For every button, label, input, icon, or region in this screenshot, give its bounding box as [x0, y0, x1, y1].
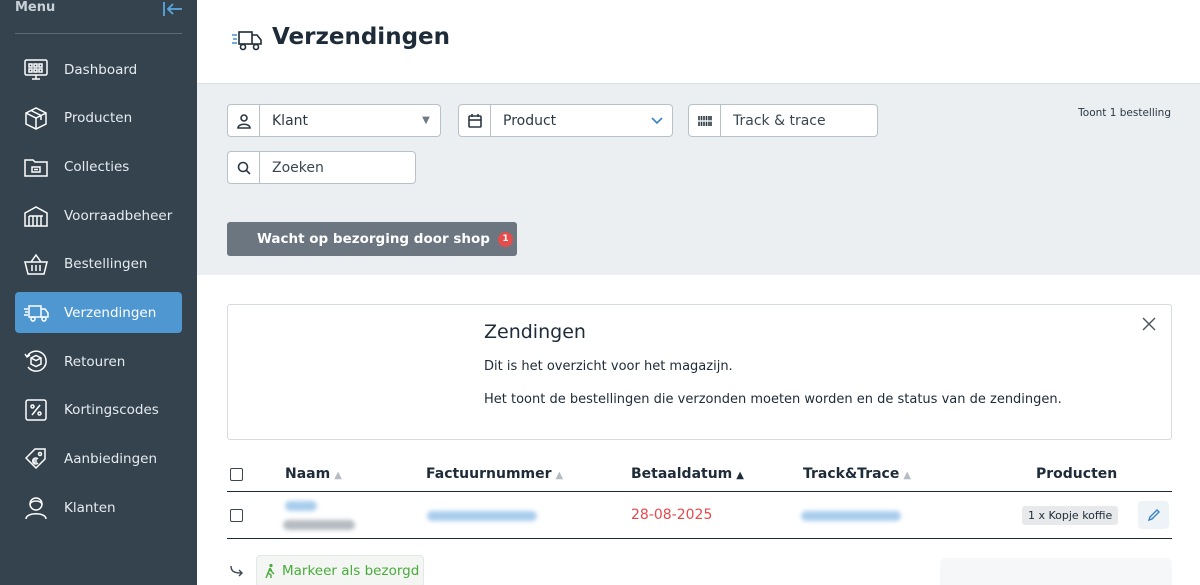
info-title: Zendingen [484, 321, 586, 343]
sidebar-item-label: Kortingscodes [64, 402, 159, 419]
info-text-1: Dit is het overzicht voor het magazijn. [484, 359, 733, 374]
info-card: Zendingen Dit is het overzicht voor het … [227, 304, 1172, 440]
sidebar-item-voorraadbeheer[interactable]: Voorraadbeheer [15, 195, 182, 236]
sidebar-item-label: Bestellingen [64, 256, 148, 273]
edit-button[interactable] [1138, 501, 1169, 529]
sidebar-item-bestellingen[interactable]: Bestellingen [15, 244, 182, 285]
sidebar-item-label: Dashboard [64, 61, 138, 78]
track-trace-input[interactable]: Track & trace [688, 104, 878, 137]
sidebar-item-dashboard[interactable]: Dashboard [15, 49, 182, 90]
sidebar-item-label: Verzendingen [64, 304, 157, 321]
truck-icon [23, 300, 49, 326]
calendar-icon [459, 105, 491, 136]
sidebar-item-label: Collecties [64, 158, 130, 175]
truck-icon [232, 31, 262, 51]
percent-tag-icon [23, 397, 49, 423]
column-betaaldatum[interactable]: Betaaldatum ▲ [631, 466, 744, 482]
shipments-content: Zendingen Dit is het overzicht voor het … [197, 275, 1200, 585]
payment-date: 28-08-2025 [631, 507, 713, 523]
column-label: Track&Trace [803, 466, 900, 482]
sort-asc-icon: ▲ [736, 470, 744, 481]
euro-tag-icon [23, 446, 49, 472]
table-header: Naam ▲ Factuurnummer ▲ Betaaldatum ▲ Track&… [227, 464, 1172, 492]
track-trace-placeholder: Track & trace [733, 112, 826, 129]
sidebar-item-collecties[interactable]: Collecties [15, 146, 182, 187]
sidebar-item-label: Aanbiedingen [64, 451, 157, 467]
waiting-delivery-label: Wacht op bezorging door shop [257, 231, 490, 247]
mark-delivered-label: Markeer als bezorgd [282, 563, 420, 579]
search-icon [228, 152, 260, 183]
dashboard-icon [23, 57, 49, 83]
klant-filter[interactable]: Klant ▼ [227, 104, 441, 137]
invoice-number-redacted[interactable] [427, 511, 537, 521]
basket-icon [23, 251, 49, 277]
mark-delivered-button[interactable]: Markeer als bezorgd [256, 555, 424, 585]
sidebar-item-klanten[interactable]: Klanten [15, 487, 182, 528]
waiting-delivery-button[interactable]: Wacht op bezorging door shop 1 [227, 222, 517, 256]
page-title: Verzendingen [272, 24, 451, 50]
sidebar-item-label: Retouren [64, 353, 126, 370]
folder-icon [23, 154, 49, 180]
close-icon[interactable] [1141, 316, 1157, 332]
barcode-icon [689, 105, 721, 136]
column-producten: Producten [1036, 466, 1118, 482]
product-filter-label: Product [503, 112, 557, 129]
column-label: Betaaldatum [631, 466, 733, 482]
customer-city-redacted [283, 520, 355, 530]
klant-filter-label: Klant [272, 112, 309, 129]
column-label: Factuurnummer [426, 466, 552, 482]
sidebar-nav: Dashboard Producten Collecties Voorraadb… [15, 49, 182, 536]
user-icon [228, 105, 260, 136]
customer-name-redacted[interactable] [285, 501, 317, 511]
sidebar-item-aanbiedingen[interactable]: Aanbiedingen [15, 439, 182, 480]
column-naam[interactable]: Naam ▲ [285, 466, 342, 482]
pencil-icon [1147, 509, 1160, 522]
column-track-trace[interactable]: Track&Trace ▲ [803, 466, 911, 482]
return-box-icon [23, 349, 49, 375]
column-label: Naam [285, 466, 331, 482]
product-filter[interactable]: Product [458, 104, 673, 137]
sidebar-item-producten[interactable]: Producten [15, 98, 182, 139]
table-row[interactable]: 28-08-2025 1 x Kopje koffie [227, 493, 1172, 539]
walking-person-icon [265, 563, 275, 579]
sidebar-item-verzendingen[interactable]: Verzendingen [15, 292, 182, 334]
box-icon [23, 105, 49, 131]
sidebar-item-label: Voorraadbeheer [64, 207, 173, 224]
caret-down-icon: ▼ [422, 115, 430, 126]
search-placeholder: Zoeken [272, 159, 324, 176]
sort-icon: ▲ [903, 470, 912, 481]
count-badge: 1 [497, 231, 513, 247]
info-text-2: Het toont de bestellingen die verzonden … [484, 392, 1062, 407]
sidebar: Menu Dashboard Producten Collecties Voor… [0, 0, 197, 585]
sort-icon: ▲ [555, 470, 564, 481]
column-factuurnummer[interactable]: Factuurnummer ▲ [426, 466, 563, 482]
product-badge: 1 x Kopje koffie [1022, 506, 1119, 525]
sidebar-item-label: Klanten [64, 499, 116, 516]
result-count: Toont 1 bestelling [1078, 107, 1171, 119]
warehouse-icon [23, 203, 49, 229]
user-icon [23, 495, 49, 521]
page-header: Verzendingen [197, 0, 1200, 84]
track-trace-redacted[interactable] [801, 511, 901, 521]
menu-divider [15, 33, 182, 34]
search-input[interactable]: Zoeken [227, 151, 416, 184]
return-arrow-icon [230, 565, 243, 577]
collapse-sidebar-icon[interactable] [162, 0, 184, 18]
sidebar-item-kortingscodes[interactable]: Kortingscodes [15, 390, 182, 431]
sidebar-item-label: Producten [64, 110, 133, 127]
menu-title: Menu [15, 0, 56, 15]
chevron-down-icon [642, 116, 672, 125]
sidebar-item-retouren[interactable]: Retouren [15, 341, 182, 382]
sort-icon: ▲ [334, 470, 342, 481]
row-checkbox[interactable] [230, 509, 243, 522]
select-all-checkbox[interactable] [230, 468, 243, 481]
footer-panel [940, 558, 1172, 585]
